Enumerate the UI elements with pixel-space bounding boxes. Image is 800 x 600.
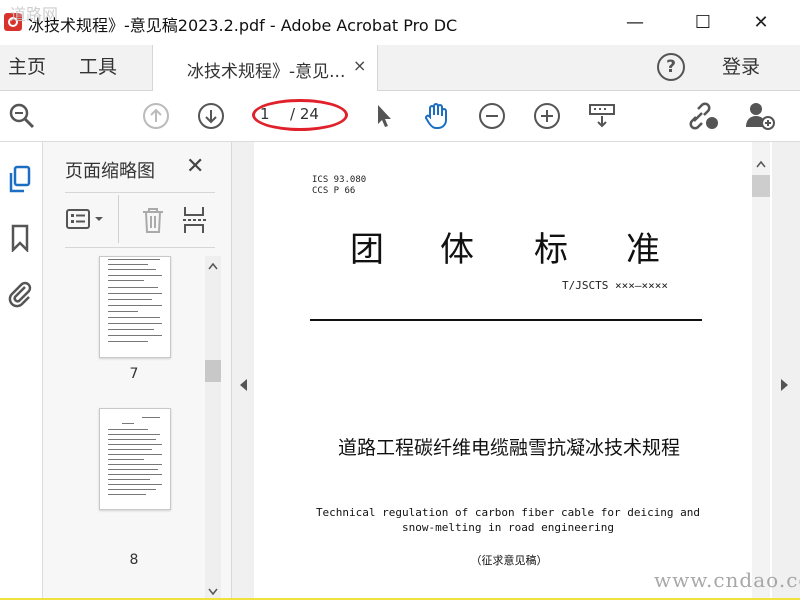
delete-page-icon[interactable] bbox=[139, 205, 167, 235]
add-user-icon[interactable] bbox=[744, 100, 776, 132]
menu-tab-row: 主页 工具 冰技术规程》-意见... × ? 登录 bbox=[0, 45, 800, 91]
title-bar: 道路网 冰技术规程》-意见稿2023.2.pdf - Adobe Acrobat… bbox=[0, 0, 800, 45]
doc-divider bbox=[310, 319, 702, 321]
attachments-icon[interactable] bbox=[5, 278, 35, 310]
thumbnail-number-7: 7 bbox=[129, 366, 139, 382]
page-number-highlight bbox=[252, 99, 348, 131]
page-thumbnail-7[interactable] bbox=[99, 256, 171, 358]
doc-scroll-up-icon[interactable] bbox=[756, 160, 766, 168]
page-thumbnails-icon[interactable] bbox=[5, 164, 35, 196]
navigation-rail bbox=[0, 142, 43, 598]
doc-heading-char-4: 准 bbox=[626, 230, 660, 270]
collapse-left-icon[interactable] bbox=[238, 378, 248, 392]
panel-scrollbar[interactable] bbox=[205, 256, 221, 598]
doc-ics-block: ICS 93.080 CCS P 66 bbox=[312, 175, 366, 197]
zoom-out-icon[interactable] bbox=[476, 100, 508, 132]
page-thumbnail-8[interactable] bbox=[99, 408, 171, 510]
help-icon[interactable]: ? bbox=[657, 53, 685, 81]
panel-close-icon[interactable]: ✕ bbox=[186, 154, 204, 179]
close-window-button[interactable]: ✕ bbox=[738, 0, 784, 45]
panel-title: 页面缩略图 bbox=[65, 161, 155, 182]
document-tab[interactable]: 冰技术规程》-意见... × bbox=[152, 45, 378, 91]
minimize-button[interactable]: — bbox=[612, 0, 658, 45]
window-title: 冰技术规程》-意见稿2023.2.pdf - Adobe Acrobat Pro… bbox=[28, 16, 458, 35]
document-scroll-thumb[interactable] bbox=[752, 175, 770, 197]
doc-title-english: Technical regulation of carbon fiber cab… bbox=[315, 506, 701, 534]
watermark-bottom: www.cndao.com bbox=[654, 568, 800, 592]
expand-right-icon[interactable] bbox=[780, 378, 790, 392]
zoom-in-icon[interactable] bbox=[531, 100, 563, 132]
doc-heading-char-2: 体 bbox=[440, 230, 474, 270]
right-collapse-strip[interactable] bbox=[772, 142, 800, 598]
tools-menu[interactable]: 工具 bbox=[79, 45, 117, 90]
doc-ics-line1: ICS 93.080 bbox=[312, 175, 367, 185]
bookmarks-icon[interactable] bbox=[5, 222, 35, 254]
doc-draft-label: （征求意见稿） bbox=[470, 554, 548, 567]
thumbnail-options-icon[interactable] bbox=[65, 205, 109, 235]
signin-button[interactable]: 登录 bbox=[722, 45, 760, 90]
home-menu[interactable]: 主页 bbox=[8, 45, 46, 90]
scroll-up-icon[interactable] bbox=[208, 262, 218, 270]
fit-page-icon[interactable] bbox=[586, 100, 618, 132]
insert-page-icon[interactable] bbox=[181, 205, 211, 235]
left-collapse-strip[interactable] bbox=[232, 142, 254, 598]
panel-scroll-thumb[interactable] bbox=[205, 360, 221, 382]
doc-heading-char-3: 标 bbox=[534, 230, 568, 270]
document-scrollbar[interactable] bbox=[752, 142, 770, 598]
document-tab-label: 冰技术规程》-意见... bbox=[187, 62, 346, 82]
doc-ics-line2: CCS P 66 bbox=[312, 186, 356, 196]
maximize-button[interactable]: ☐ bbox=[680, 0, 726, 45]
thumbnail-number-8: 8 bbox=[129, 552, 139, 568]
share-link-icon[interactable] bbox=[688, 100, 720, 132]
doc-heading-char-1: 团 bbox=[350, 230, 384, 270]
thumbnails-panel: 页面缩略图 ✕ 7 8 bbox=[43, 142, 232, 598]
previous-page-icon[interactable] bbox=[140, 100, 172, 132]
toolbar: / 24 bbox=[0, 91, 800, 142]
zoom-search-icon[interactable] bbox=[6, 100, 38, 132]
doc-title-chinese: 道路工程碳纤维电缆融雪抗凝冰技术规程 bbox=[337, 437, 680, 459]
scroll-down-icon[interactable] bbox=[208, 588, 218, 596]
doc-standard-code: T/JSCTS ×××—×××× bbox=[562, 279, 668, 292]
next-page-icon[interactable] bbox=[195, 100, 227, 132]
close-tab-icon[interactable]: × bbox=[353, 56, 366, 75]
document-page: ICS 93.080 CCS P 66 团 体 标 准 T/JSCTS ×××—… bbox=[254, 142, 752, 598]
tools-divider bbox=[118, 195, 119, 243]
panel-tools bbox=[65, 192, 215, 248]
select-cursor-icon[interactable] bbox=[368, 100, 400, 132]
hand-tool-icon[interactable] bbox=[421, 100, 453, 132]
